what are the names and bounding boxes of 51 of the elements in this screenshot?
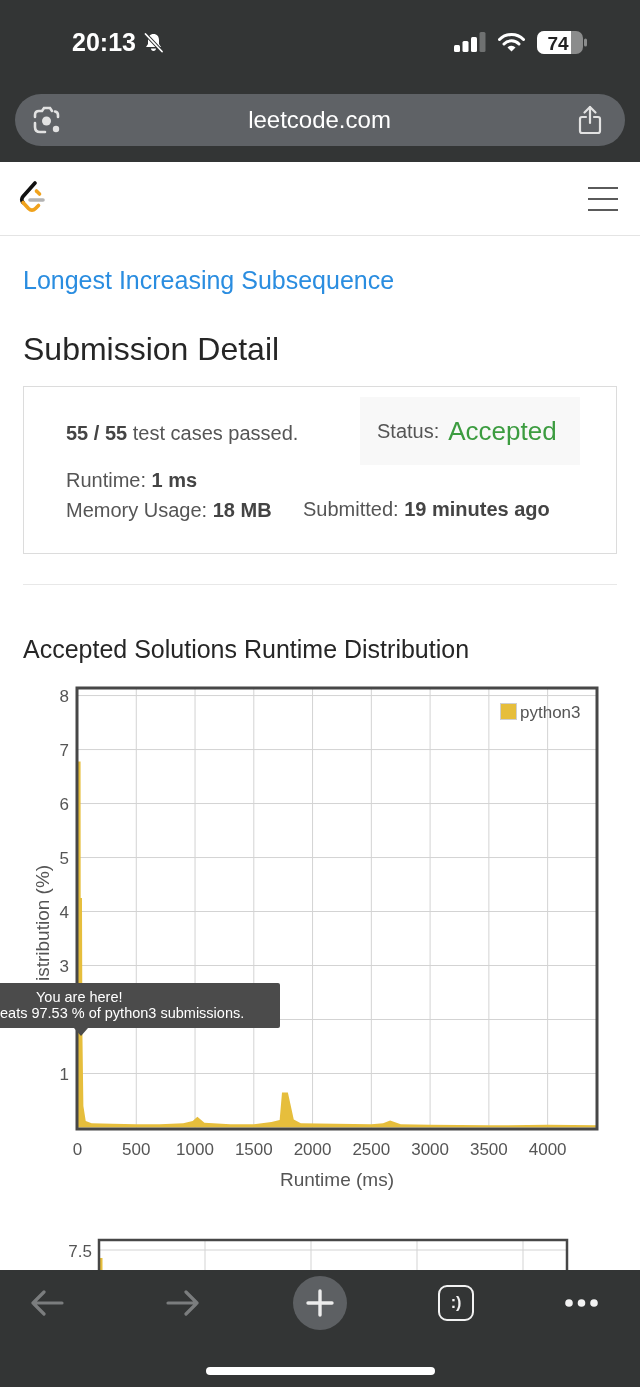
y-tick-label: 7.5 <box>68 1242 92 1261</box>
distribution-area <box>100 1258 103 1270</box>
share-icon[interactable] <box>578 105 602 135</box>
x-tick-label: 1000 <box>176 1140 214 1159</box>
signal-icon <box>454 32 486 52</box>
x-tick-label: 3000 <box>411 1140 449 1159</box>
menu-button[interactable] <box>588 186 618 211</box>
tooltip-title: You are here! <box>36 989 123 1005</box>
page-heading: Submission Detail <box>23 330 280 369</box>
url-text[interactable]: leetcode.com <box>248 105 391 135</box>
memory-text: Memory Usage: 18 MB <box>66 498 272 523</box>
y-tick-label: 7 <box>59 740 69 760</box>
menu-icon <box>588 186 618 211</box>
more-dots-icon <box>564 1299 598 1307</box>
x-tick-label: 2500 <box>352 1140 391 1159</box>
y-tick-label: 4 <box>59 902 69 922</box>
clock-time: 20:13 <box>72 27 136 57</box>
new-tab-button[interactable] <box>293 1276 347 1330</box>
forward-arrow-icon <box>166 1290 200 1316</box>
y-axis-label: istribution (%) <box>32 864 53 981</box>
submitted-text: Submitted: 19 minutes ago <box>303 497 550 522</box>
y-tick-label: 8 <box>59 686 69 706</box>
x-tick-label: 500 <box>122 1140 151 1159</box>
plus-icon <box>306 1289 334 1317</box>
legend-label: python3 <box>520 703 581 722</box>
back-arrow-icon <box>30 1290 64 1316</box>
y-tick-label: 3 <box>59 956 69 976</box>
runtime-text: Runtime: 1 ms <box>66 468 198 493</box>
tooltip-text: eats 97.53 % of python3 submissions. <box>0 1005 245 1021</box>
tab-switcher-button[interactable]: :) <box>438 1285 474 1321</box>
bell-muted-icon <box>142 31 164 53</box>
x-tick-label: 0 <box>72 1140 83 1159</box>
wifi-icon <box>498 32 525 52</box>
x-axis-label: Runtime (ms) <box>280 1169 394 1190</box>
address-bar[interactable]: leetcode.com <box>15 94 625 146</box>
problem-link[interactable]: Longest Increasing Subsequence <box>23 264 395 296</box>
camera-icon[interactable] <box>33 106 61 134</box>
x-tick-label: 1500 <box>234 1140 273 1159</box>
y-tick-label: 1 <box>59 1064 69 1084</box>
more-button[interactable] <box>564 1299 598 1307</box>
status-value: Accepted <box>448 415 557 447</box>
battery-icon <box>537 30 587 54</box>
status-label: Status: <box>377 419 440 444</box>
chart-title: Accepted Solutions Runtime Distribution <box>23 634 470 665</box>
x-tick-label: 4000 <box>528 1140 567 1159</box>
test-cases-text: 55 / 55 test cases passed. <box>66 421 299 446</box>
x-tick-label: 2000 <box>293 1140 332 1159</box>
battery-percentage: 74 <box>547 32 569 53</box>
x-tick-label: 3500 <box>469 1140 508 1159</box>
y-tick-label: 6 <box>59 794 69 814</box>
y-tick-label: 5 <box>59 848 69 868</box>
